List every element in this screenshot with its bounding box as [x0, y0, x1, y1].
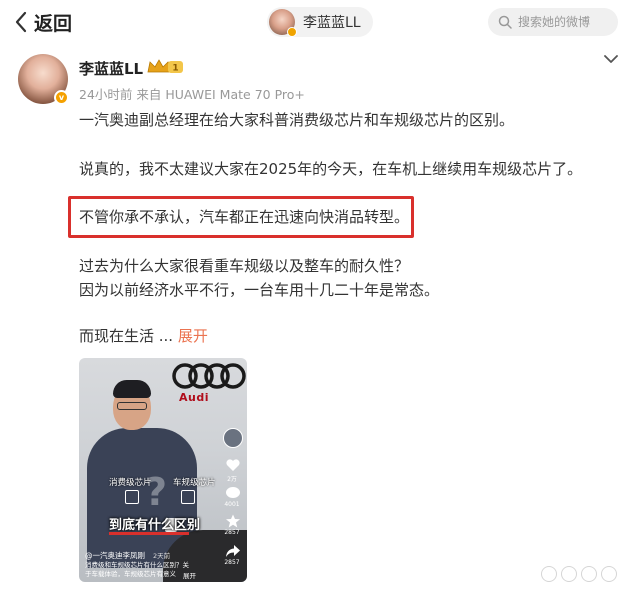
watermark-dot	[601, 566, 617, 582]
like-icon[interactable]	[225, 458, 241, 472]
video-author-avatar[interactable]	[223, 428, 243, 448]
profile-pill[interactable]: 李蓝蓝LL	[267, 7, 373, 37]
caption-underline	[109, 532, 189, 535]
share-count: 2857	[224, 559, 240, 566]
post-meta: 24小时前 来自 HUAWEI Mate 70 Pro+	[79, 87, 305, 102]
profile-name: 李蓝蓝LL	[303, 15, 361, 31]
watermark-dot	[561, 566, 577, 582]
video-time: 2天前	[153, 552, 171, 560]
chip-icon	[125, 490, 139, 504]
search-input[interactable]	[518, 15, 618, 29]
speaker-glasses	[117, 402, 147, 410]
paragraph-3: 不管你承不承认，汽车都正在迅速向快消品转型。	[79, 208, 410, 226]
comment-count: 4001	[224, 501, 240, 508]
vip-crown-icon: 1	[147, 59, 183, 74]
paragraph-1: 一汽奥迪副总经理在给大家科普消费级芯片和车规级芯片的区别。	[79, 111, 515, 129]
audi-wordmark: Audi	[179, 391, 209, 404]
vip-level: 1	[172, 64, 178, 74]
chevron-down-icon[interactable]	[604, 54, 618, 64]
paragraph-4: 过去为什么大家很看重车规级以及整车的耐久性？	[79, 257, 410, 275]
back-label: 返回	[34, 12, 73, 35]
comment-icon[interactable]	[225, 486, 241, 500]
top-bar: 返回 李蓝蓝LL	[0, 0, 641, 44]
paragraph-5: 因为以前经济水平不行，一台车用十几二十年是常态。	[79, 281, 440, 299]
video-card[interactable]: Audi 2万 4001 2857 2857 ? 消费级芯片 车规级芯片 到底有…	[79, 358, 247, 582]
video-expand-link[interactable]: 展开	[183, 570, 196, 580]
video-caption: 到底有什么区别	[109, 518, 201, 533]
search-icon	[498, 15, 512, 29]
video-author[interactable]: @一汽奥迪李凤刚	[85, 550, 145, 561]
paragraph-2: 说真的，我不太建议大家在2025年的今天，在车机上继续用车规级芯片了。	[79, 160, 583, 178]
like-count: 2万	[227, 476, 237, 483]
star-icon[interactable]	[225, 514, 241, 528]
speaker-hair	[113, 380, 151, 398]
chip-label-left: 消费级芯片	[109, 478, 152, 488]
author-name[interactable]: 李蓝蓝LL	[79, 58, 143, 79]
audi-logo-icon	[172, 363, 246, 389]
search-box[interactable]	[488, 8, 618, 36]
video-description: 消费级和车规级芯片有什么区别？关于车载体验，车规级芯片有意义	[85, 561, 189, 578]
favorite-count: 2857	[224, 529, 240, 536]
avatar	[269, 9, 297, 37]
watermark-dot	[581, 566, 597, 582]
expand-link[interactable]: 展开	[178, 327, 208, 345]
chip-label-right: 车规级芯片	[173, 478, 216, 488]
watermark-dot	[541, 566, 557, 582]
paragraph-6-text: 而现在生活 ...	[79, 327, 174, 345]
verified-icon	[287, 27, 297, 37]
verified-badge-icon: v	[54, 90, 69, 105]
chip-icon	[181, 490, 195, 504]
share-icon[interactable]	[225, 544, 241, 558]
paragraph-6: 而现在生活 ... 展开	[79, 325, 208, 347]
back-button[interactable]: 返回	[14, 9, 72, 35]
watermark	[541, 563, 635, 585]
chevron-left-icon	[15, 11, 27, 33]
